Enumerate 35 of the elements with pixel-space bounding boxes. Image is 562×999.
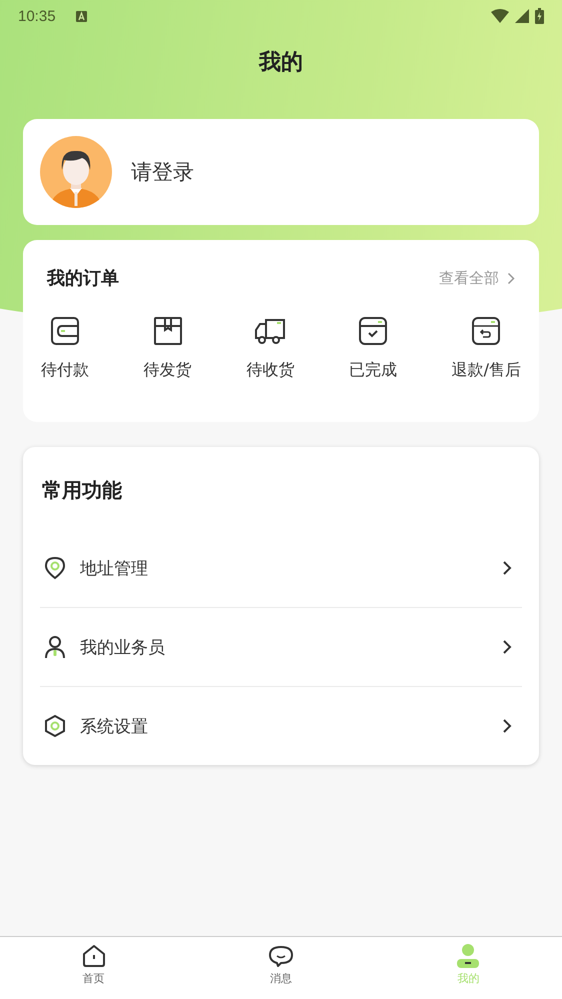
function-item[interactable]: 系统设置 bbox=[40, 687, 522, 765]
person-icon bbox=[44, 635, 66, 659]
functions-title: 常用功能 bbox=[41, 477, 123, 504]
function-item[interactable]: 我的业务员 bbox=[40, 608, 522, 687]
truck-icon bbox=[254, 316, 286, 346]
wallet-icon bbox=[50, 316, 80, 346]
status-time: 10:35 bbox=[18, 8, 56, 24]
box-check-icon bbox=[358, 316, 388, 346]
page-title: 我的 bbox=[259, 49, 303, 77]
person-icon bbox=[456, 944, 480, 968]
order-status-item[interactable]: 待付款 bbox=[41, 316, 89, 381]
return-box-icon bbox=[471, 316, 502, 346]
wifi-icon bbox=[491, 9, 509, 23]
order-status-item[interactable]: 待发货 bbox=[144, 316, 192, 381]
signal-icon bbox=[515, 9, 529, 23]
avatar-icon bbox=[40, 136, 112, 208]
location-pin-icon bbox=[44, 556, 66, 580]
function-item[interactable]: 地址管理 bbox=[40, 529, 522, 608]
chat-bubble-icon bbox=[268, 944, 293, 968]
tab-bar-item[interactable]: 首页 bbox=[0, 937, 188, 999]
profile-card[interactable]: 请登录 bbox=[23, 119, 539, 225]
box-icon bbox=[152, 316, 183, 346]
hexagon-settings-icon bbox=[44, 714, 66, 738]
chevron-right-icon bbox=[502, 560, 512, 576]
order-status-item[interactable]: 待收货 bbox=[246, 316, 294, 381]
chevron-right-icon bbox=[502, 718, 512, 734]
battery-icon bbox=[535, 8, 544, 24]
chevron-right-icon bbox=[507, 272, 515, 284]
order-status-item[interactable]: 退款/售后 bbox=[452, 316, 521, 381]
order-status-item[interactable]: 已完成 bbox=[348, 316, 397, 381]
login-prompt: 请登录 bbox=[131, 159, 194, 186]
home-icon bbox=[82, 944, 106, 968]
chevron-right-icon bbox=[502, 639, 512, 655]
tab-bar-item[interactable]: 消息 bbox=[187, 937, 375, 999]
orders-title: 我的订单 bbox=[47, 267, 119, 290]
